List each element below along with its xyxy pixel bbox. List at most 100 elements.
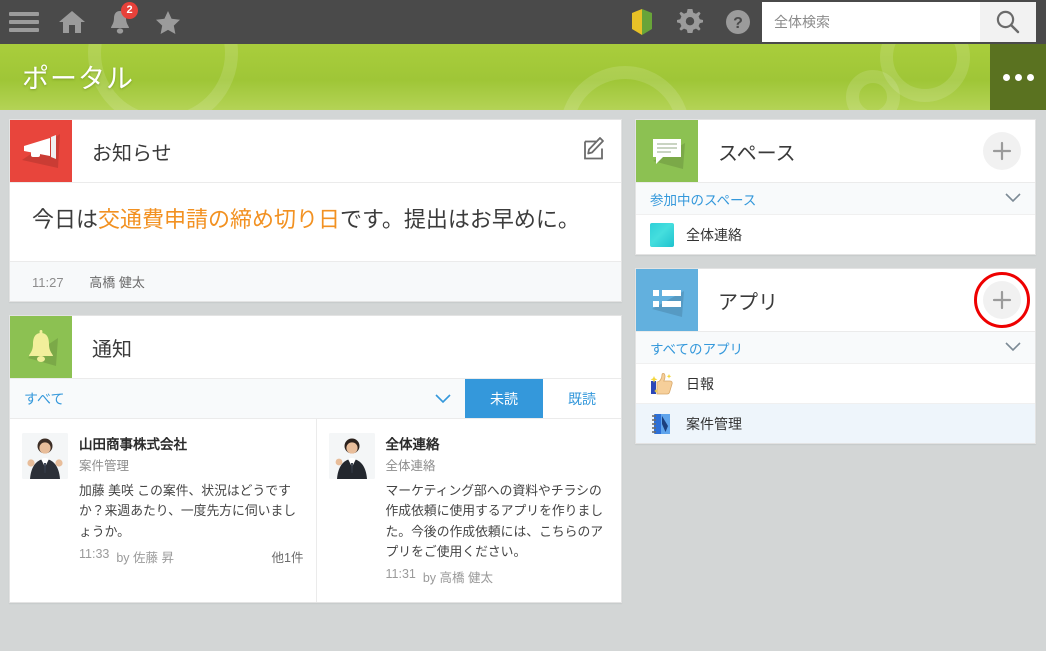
announcement-text-prefix: 今日は bbox=[32, 207, 98, 232]
right-column: スペース 参加中のスペース bbox=[635, 119, 1036, 457]
hamburger-menu-button[interactable] bbox=[0, 0, 48, 44]
apps-panel: アプリ すべてのアプリ bbox=[635, 268, 1036, 444]
search-button[interactable] bbox=[980, 2, 1036, 42]
notification-filter-label: すべて bbox=[24, 389, 64, 409]
apps-header: アプリ bbox=[636, 269, 1035, 331]
space-title: スペース bbox=[698, 137, 796, 166]
search-icon bbox=[995, 9, 1021, 35]
avatar bbox=[22, 433, 68, 479]
announcement-edit-button[interactable] bbox=[583, 137, 607, 166]
left-column: お知らせ 今日は交通費申請の締め切り日です。提出はお早めに。 11:27 高橋 … bbox=[9, 119, 622, 616]
announcement-footer: 11:27 高橋 健太 bbox=[10, 261, 621, 301]
notification-item-title: 山田商事株式会社 bbox=[79, 433, 304, 453]
avatar bbox=[329, 433, 375, 479]
bell-icon bbox=[10, 316, 72, 378]
chevron-down-icon bbox=[1005, 340, 1021, 355]
gear-icon bbox=[677, 9, 703, 35]
space-section-header[interactable]: 参加中のスペース bbox=[636, 182, 1035, 214]
search-input[interactable] bbox=[762, 2, 980, 42]
announcement-text-suffix: です。提出はお早めに。 bbox=[340, 207, 580, 232]
list-item[interactable]: 山田商事株式会社 案件管理 加藤 美咲 この案件、状況はどうですか？来週あたり、… bbox=[10, 419, 316, 602]
top-header-bar: 2 ? bbox=[0, 0, 1046, 44]
portal-content: お知らせ 今日は交通費申請の締め切り日です。提出はお早めに。 11:27 高橋 … bbox=[0, 110, 1046, 651]
list-item[interactable]: 全体連絡 全体連絡 マーケティング部への資料やチラシの作成依頼に使用するアプリを… bbox=[316, 419, 622, 602]
notification-item-time: 11:33 bbox=[79, 547, 109, 566]
notification-content: 山田商事株式会社 案件管理 加藤 美咲 この案件、状況はどうですか？来週あたり、… bbox=[79, 433, 304, 586]
notification-item-more[interactable]: 他1件 bbox=[272, 547, 304, 566]
space-section-label: 参加中のスペース bbox=[650, 189, 756, 209]
app-item-label: 日報 bbox=[686, 374, 714, 394]
dot bbox=[1027, 74, 1034, 81]
announcement-text-highlight: 交通費申請の締め切り日 bbox=[98, 207, 340, 232]
chevron-down-icon bbox=[1005, 191, 1021, 206]
tab-read-label: 既読 bbox=[568, 389, 596, 409]
notification-header: 通知 bbox=[10, 316, 621, 378]
dot bbox=[1015, 74, 1022, 81]
compose-icon bbox=[583, 137, 607, 161]
notification-title: 通知 bbox=[72, 333, 132, 362]
tab-unread-label: 未読 bbox=[490, 389, 518, 409]
help-button[interactable]: ? bbox=[714, 0, 762, 44]
app-item-label: 案件管理 bbox=[686, 414, 742, 434]
decoration-circle bbox=[560, 66, 690, 110]
space-item-label: 全体連絡 bbox=[686, 225, 742, 245]
list-item[interactable]: 案件管理 bbox=[636, 403, 1035, 443]
notification-toolbar: すべて 未読 既読 bbox=[10, 378, 621, 418]
announcement-header: お知らせ bbox=[10, 120, 621, 182]
tab-unread[interactable]: 未読 bbox=[465, 379, 543, 418]
apps-section-header[interactable]: すべてのアプリ bbox=[636, 331, 1035, 363]
thumbs-up-icon bbox=[650, 372, 674, 396]
star-icon bbox=[154, 9, 182, 35]
notification-item-meta: 11:33 by 佐藤 昇 他1件 bbox=[79, 547, 304, 566]
notification-item-subtitle: 全体連絡 bbox=[386, 455, 610, 474]
list-item[interactable]: 日報 bbox=[636, 363, 1035, 403]
shoshinsha-mark-icon bbox=[631, 8, 653, 36]
megaphone-icon bbox=[10, 120, 72, 182]
add-app-button[interactable] bbox=[983, 281, 1021, 319]
announcement-time: 11:27 bbox=[32, 275, 64, 290]
page-title: ポータル bbox=[22, 57, 134, 96]
notification-item-message: 加藤 美咲 この案件、状況はどうですか？来週あたり、一度先方に伺いましょうか。 bbox=[79, 481, 304, 542]
announcement-author: 高橋 健太 bbox=[89, 275, 145, 290]
dot bbox=[1003, 74, 1010, 81]
plus-icon bbox=[983, 281, 1021, 319]
plus-icon bbox=[983, 132, 1021, 170]
announcement-title: お知らせ bbox=[72, 137, 172, 166]
notifications-button[interactable]: 2 bbox=[96, 0, 144, 44]
add-space-button[interactable] bbox=[983, 132, 1021, 170]
hamburger-icon bbox=[9, 8, 39, 36]
apps-section-label: すべてのアプリ bbox=[650, 338, 743, 358]
notification-item-author: by 佐藤 昇 bbox=[116, 547, 174, 566]
space-panel: スペース 参加中のスペース bbox=[635, 119, 1036, 255]
portal-title-bar: ポータル bbox=[0, 44, 1046, 110]
beginner-mark-button[interactable] bbox=[618, 0, 666, 44]
notification-item-subtitle: 案件管理 bbox=[79, 455, 304, 474]
settings-button[interactable] bbox=[666, 0, 714, 44]
home-button[interactable] bbox=[48, 0, 96, 44]
list-icon bbox=[636, 269, 698, 331]
speech-bubble-icon bbox=[636, 120, 698, 182]
notification-item-time: 11:31 bbox=[386, 567, 416, 586]
notification-item-message: マーケティング部への資料やチラシの作成依頼に使用するアプリを作りました。今後の作… bbox=[386, 481, 610, 562]
notification-badge: 2 bbox=[121, 2, 138, 19]
help-icon: ? bbox=[725, 9, 751, 35]
notification-content: 全体連絡 全体連絡 マーケティング部への資料やチラシの作成依頼に使用するアプリを… bbox=[386, 433, 610, 586]
notification-item-author: by 高橋 健太 bbox=[423, 567, 493, 586]
notification-item-meta: 11:31 by 高橋 健太 bbox=[386, 567, 610, 586]
portal-options-button[interactable] bbox=[990, 44, 1046, 110]
announcement-body: 今日は交通費申請の締め切り日です。提出はお早めに。 bbox=[10, 182, 621, 261]
notification-filter-dropdown[interactable]: すべて bbox=[10, 379, 465, 418]
global-search[interactable] bbox=[762, 2, 1036, 42]
announcement-panel: お知らせ 今日は交通費申請の締め切り日です。提出はお早めに。 11:27 高橋 … bbox=[9, 119, 622, 302]
space-header: スペース bbox=[636, 120, 1035, 182]
water-thumbnail bbox=[650, 223, 674, 247]
notification-list: 山田商事株式会社 案件管理 加藤 美咲 この案件、状況はどうですか？来週あたり、… bbox=[10, 418, 621, 602]
notification-item-title: 全体連絡 bbox=[386, 433, 610, 453]
chevron-down-icon bbox=[435, 391, 451, 407]
tab-read[interactable]: 既読 bbox=[543, 379, 621, 418]
list-item[interactable]: 全体連絡 bbox=[636, 214, 1035, 254]
favorites-button[interactable] bbox=[144, 0, 192, 44]
apps-title: アプリ bbox=[698, 286, 778, 315]
home-icon bbox=[58, 9, 86, 35]
notification-panel: 通知 すべて 未読 既読 bbox=[9, 315, 622, 603]
